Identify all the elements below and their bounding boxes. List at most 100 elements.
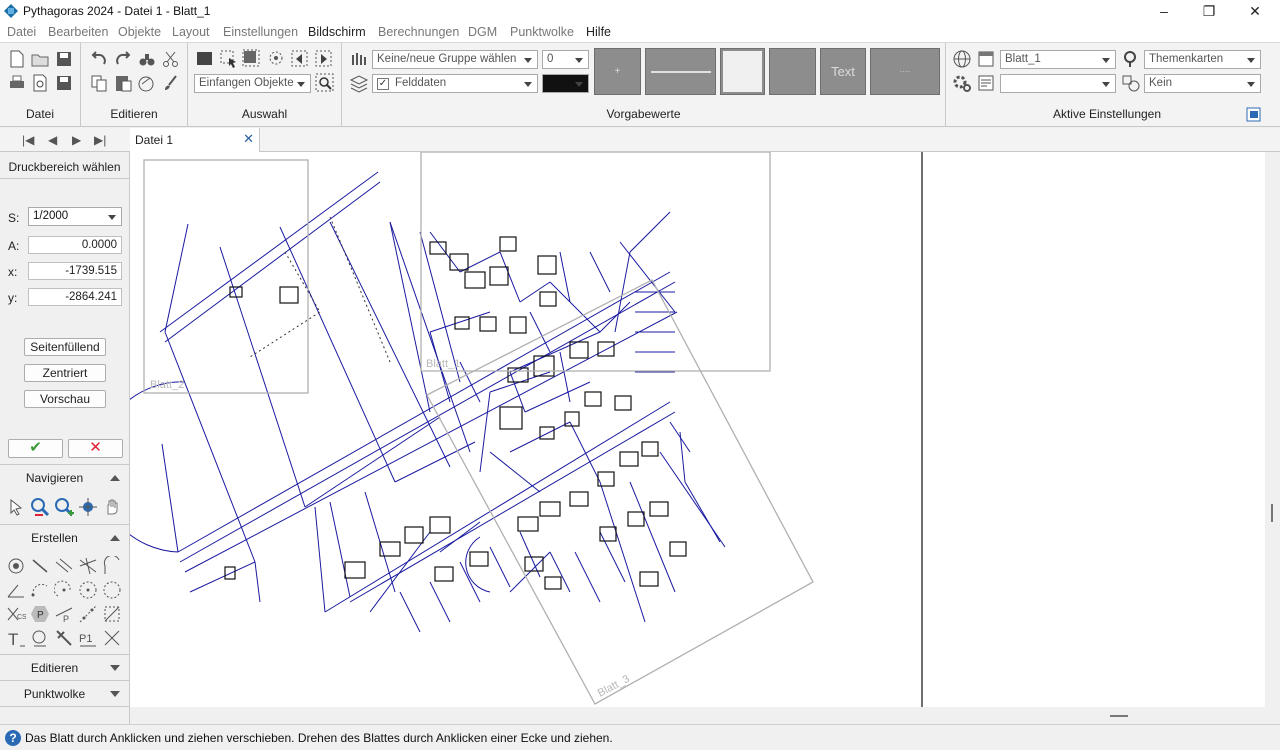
- menu-bildschirm[interactable]: Bildschirm: [308, 25, 366, 39]
- select-prev-icon[interactable]: [290, 49, 310, 69]
- point-style-swatch[interactable]: +: [594, 48, 641, 95]
- sheet-select[interactable]: Blatt_1: [1000, 50, 1116, 69]
- zoom-in-icon[interactable]: [54, 497, 74, 517]
- capture-objects-select[interactable]: Einfangen Objekte: [194, 74, 311, 93]
- preview-button[interactable]: Vorschau: [24, 390, 106, 408]
- color-select[interactable]: [542, 74, 589, 93]
- menu-objekte[interactable]: Objekte: [118, 25, 161, 39]
- layout-select[interactable]: [1000, 74, 1116, 93]
- select-next-icon[interactable]: [314, 49, 334, 69]
- maximize-button[interactable]: ❐: [1186, 0, 1232, 22]
- close-tab-icon[interactable]: ✕: [243, 131, 254, 147]
- settings-gear-icon[interactable]: [952, 73, 972, 93]
- menu-hilfe[interactable]: Hilfe: [586, 25, 611, 39]
- y-field[interactable]: -2864.241: [28, 288, 122, 306]
- redo-icon[interactable]: [113, 49, 133, 69]
- menu-berechnungen[interactable]: Berechnungen: [378, 25, 459, 39]
- projection-icon[interactable]: [1121, 73, 1141, 93]
- parallel-line-icon[interactable]: [54, 556, 74, 576]
- sheet-frame-blatt1[interactable]: [420, 152, 771, 372]
- tab-datei-1[interactable]: Datei 1 ✕: [130, 128, 260, 152]
- arc-3pt-icon[interactable]: [30, 580, 50, 600]
- open-folder-icon[interactable]: [30, 49, 50, 69]
- section-erstellen[interactable]: Erstellen: [0, 524, 129, 549]
- symbol-tool-icon[interactable]: [54, 628, 74, 648]
- copy-icon[interactable]: [89, 73, 109, 93]
- text-style-swatch[interactable]: Text: [820, 48, 866, 95]
- measure-icon[interactable]: [137, 73, 157, 93]
- x-field[interactable]: -1739.515: [28, 262, 122, 280]
- intersection-icon[interactable]: CS: [6, 604, 26, 624]
- save-as-icon[interactable]: [54, 73, 74, 93]
- pan-icon[interactable]: [78, 497, 98, 517]
- circle-3pt-icon[interactable]: [102, 580, 122, 600]
- save-icon[interactable]: [54, 49, 74, 69]
- line-style-swatch[interactable]: [645, 48, 716, 95]
- print-preview-icon[interactable]: [30, 73, 50, 93]
- layout-icon[interactable]: [976, 73, 996, 93]
- new-file-icon[interactable]: [7, 49, 27, 69]
- confirm-button[interactable]: ✔: [8, 439, 63, 458]
- group-select[interactable]: Keine/neue Gruppe wählen: [372, 50, 538, 69]
- prev-sheet-button[interactable]: ◀: [48, 133, 57, 147]
- paste-icon[interactable]: [113, 73, 133, 93]
- sheet-frames[interactable]: [143, 152, 814, 705]
- select-pointer-icon[interactable]: [219, 49, 239, 69]
- sheet-frame-blatt2[interactable]: [143, 159, 309, 394]
- sheet-icon[interactable]: [976, 49, 996, 69]
- parcel-icon[interactable]: P: [30, 604, 50, 624]
- curve-tool-icon[interactable]: [102, 556, 122, 576]
- menu-datei[interactable]: Datei: [7, 25, 36, 39]
- center-button[interactable]: Zentriert: [24, 364, 106, 382]
- cancel-button[interactable]: ✕: [68, 439, 123, 458]
- minimize-button[interactable]: –: [1141, 0, 1187, 22]
- vertical-scrollbar[interactable]: [1265, 152, 1280, 724]
- menu-dgm[interactable]: DGM: [468, 25, 497, 39]
- grid-points-icon[interactable]: [102, 604, 122, 624]
- binoculars-icon[interactable]: [137, 49, 157, 69]
- line-tool-icon[interactable]: [30, 556, 50, 576]
- menu-bearbeiten[interactable]: Bearbeiten: [48, 25, 108, 39]
- fit-page-button[interactable]: Seitenfüllend: [24, 338, 106, 356]
- circle-tool-icon[interactable]: [78, 580, 98, 600]
- arc-tool-icon[interactable]: [6, 580, 26, 600]
- zoom-icon[interactable]: [30, 497, 50, 517]
- close-window-button[interactable]: ✕: [1232, 0, 1278, 22]
- section-editieren[interactable]: Editieren: [0, 654, 129, 679]
- rotate-symbol-icon[interactable]: [30, 628, 50, 648]
- area-style-swatch[interactable]: [769, 48, 816, 95]
- first-sheet-button[interactable]: |◀: [22, 133, 34, 147]
- hand-icon[interactable]: [102, 497, 122, 517]
- zoom-select-icon[interactable]: [315, 73, 335, 93]
- panel-settings-icon[interactable]: [1246, 107, 1261, 122]
- layer-visible-checkbox[interactable]: ✓: [377, 78, 389, 90]
- menu-einstellungen[interactable]: Einstellungen: [223, 25, 298, 39]
- polyline-tool-icon[interactable]: [78, 556, 98, 576]
- next-sheet-button[interactable]: ▶: [72, 133, 81, 147]
- angle-field[interactable]: 0.0000: [28, 236, 122, 254]
- sheet-frame-blatt3[interactable]: [426, 279, 814, 705]
- globe-icon[interactable]: [952, 49, 972, 69]
- horizontal-scrollbar[interactable]: [130, 707, 1265, 724]
- cross-point-icon[interactable]: [102, 628, 122, 648]
- arc-center-icon[interactable]: [54, 580, 74, 600]
- number-select[interactable]: 0: [542, 50, 589, 69]
- pointer-icon[interactable]: [6, 497, 26, 517]
- select-rect-icon[interactable]: [195, 49, 215, 69]
- layer-select[interactable]: ✓ Felddaten: [372, 74, 538, 93]
- section-punktwolke[interactable]: Punktwolke: [0, 680, 129, 705]
- section-navigieren[interactable]: Navigieren: [0, 464, 129, 489]
- point-tool-icon[interactable]: [6, 556, 26, 576]
- menu-layout[interactable]: Layout: [172, 25, 210, 39]
- point-on-line-icon[interactable]: [78, 604, 98, 624]
- projection-select[interactable]: Kein: [1144, 74, 1261, 93]
- drawing-canvas[interactable]: Blatt_2 Blatt_1 Blatt_3: [130, 152, 1265, 707]
- help-icon[interactable]: ?: [5, 730, 21, 746]
- horizontal-scroll-thumb[interactable]: [1110, 715, 1128, 717]
- text-tool-icon[interactable]: T: [6, 628, 26, 648]
- print-icon[interactable]: [7, 73, 27, 93]
- theme-maps-select[interactable]: Themenkarten: [1144, 50, 1261, 69]
- point-number-icon[interactable]: P1: [78, 628, 98, 648]
- select-object-icon[interactable]: [242, 49, 262, 69]
- vertical-scroll-thumb[interactable]: [1271, 504, 1273, 522]
